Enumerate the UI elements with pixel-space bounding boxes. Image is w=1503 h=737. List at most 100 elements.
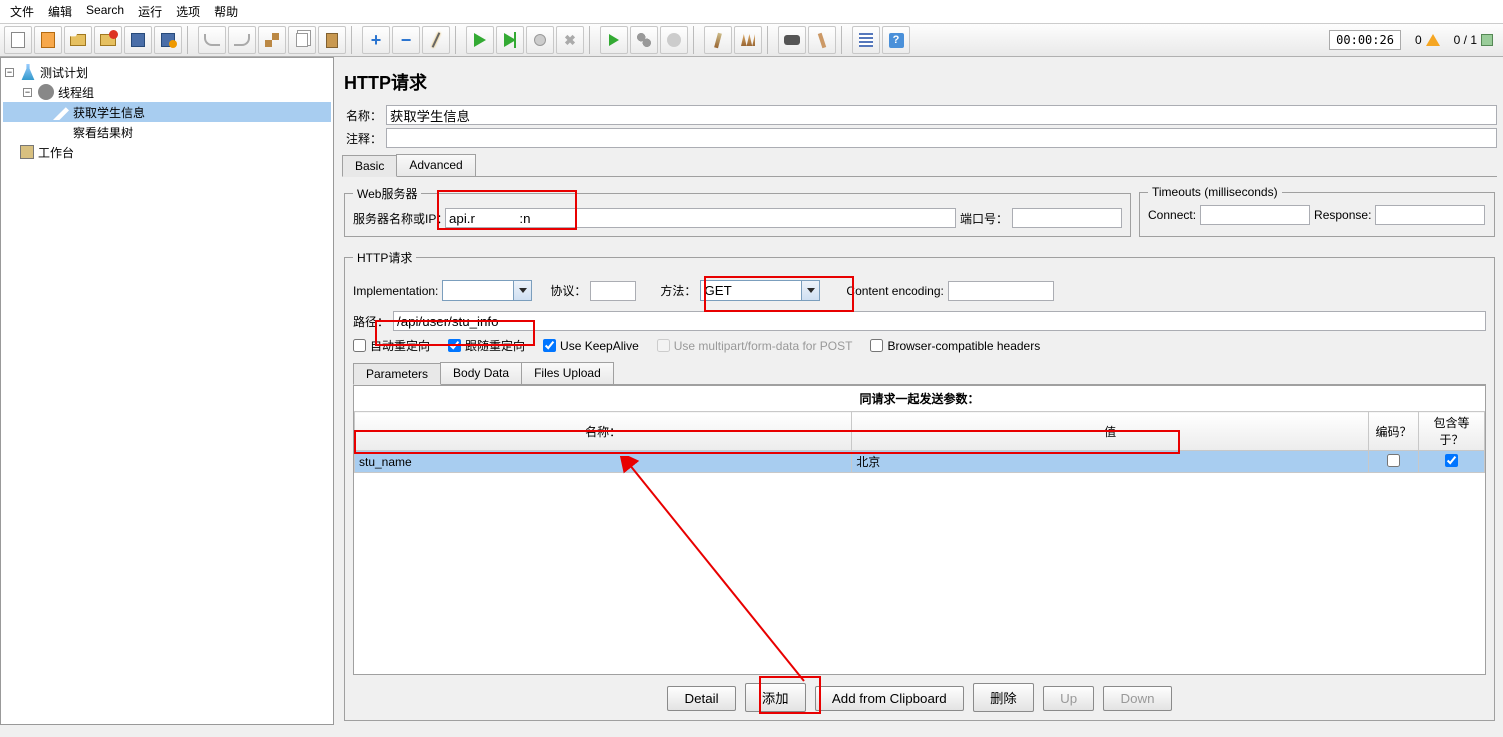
tree-node-thread-group[interactable]: − 线程组 xyxy=(3,82,331,102)
toggle-button[interactable] xyxy=(422,26,450,54)
annotation-arrow xyxy=(614,456,814,686)
keepalive-checkbox[interactable]: Use KeepAlive xyxy=(543,339,639,353)
multipart-checkbox[interactable]: Use multipart/form-data for POST xyxy=(657,339,853,353)
path-input[interactable] xyxy=(393,311,1486,331)
stop-button[interactable] xyxy=(526,26,554,54)
start-button[interactable] xyxy=(466,26,494,54)
cell-encode[interactable] xyxy=(1369,451,1419,473)
undo-button[interactable] xyxy=(198,26,226,54)
new-button[interactable] xyxy=(4,26,32,54)
follow-redirect-checkbox[interactable]: 跟随重定向 xyxy=(448,337,525,354)
tab-body-data[interactable]: Body Data xyxy=(440,362,522,384)
tree-node-workbench[interactable]: 工作台 xyxy=(3,142,331,162)
clipboard-icon xyxy=(20,145,34,159)
chevron-down-icon[interactable] xyxy=(513,281,531,300)
delete-button[interactable]: 删除 xyxy=(973,683,1034,712)
menu-file[interactable]: 文件 xyxy=(10,3,34,20)
clear-button[interactable] xyxy=(704,26,732,54)
tree-node-test-plan[interactable]: − 测试计划 xyxy=(3,62,331,82)
tab-advanced[interactable]: Advanced xyxy=(396,154,475,176)
name-label: 名称： xyxy=(342,107,382,124)
remote-start-button[interactable] xyxy=(600,26,628,54)
protocol-input[interactable] xyxy=(590,281,636,301)
parameters-buttons: Detail 添加 Add from Clipboard 删除 Up Down xyxy=(353,683,1486,712)
tree-toggle-icon[interactable]: − xyxy=(5,68,14,77)
method-select[interactable] xyxy=(700,280,820,301)
search-button[interactable] xyxy=(778,26,806,54)
parameters-header: 同请求一起发送参数： xyxy=(354,386,1485,411)
cut-button[interactable] xyxy=(258,26,286,54)
function-helper-button[interactable] xyxy=(852,26,880,54)
tree-toggle-icon[interactable]: − xyxy=(23,88,32,97)
tree-node-results-tree[interactable]: 察看结果树 xyxy=(3,122,331,142)
expand-button[interactable]: + xyxy=(362,26,390,54)
menu-search[interactable]: Search xyxy=(86,3,124,20)
col-encode[interactable]: 编码？ xyxy=(1369,412,1419,451)
response-input[interactable] xyxy=(1375,205,1485,225)
remote-stop-button[interactable] xyxy=(660,26,688,54)
tab-parameters[interactable]: Parameters xyxy=(353,363,441,385)
auto-redirect-checkbox[interactable]: 自动重定向 xyxy=(353,337,430,354)
cell-param-value[interactable]: 北京 xyxy=(852,451,1369,473)
connect-input[interactable] xyxy=(1200,205,1310,225)
redo-button[interactable] xyxy=(228,26,256,54)
tree-label: 工作台 xyxy=(38,144,74,161)
cell-param-name[interactable]: stu_name xyxy=(355,451,852,473)
pipette-icon xyxy=(53,104,69,120)
remote-start-all-button[interactable] xyxy=(630,26,658,54)
reset-search-button[interactable] xyxy=(808,26,836,54)
menu-help[interactable]: 帮助 xyxy=(214,3,238,20)
tab-basic[interactable]: Basic xyxy=(342,155,397,177)
http-request-legend: HTTP请求 xyxy=(353,249,416,266)
body-tabs: Parameters Body Data Files Upload xyxy=(353,362,1486,385)
port-input[interactable] xyxy=(1012,208,1122,228)
browser-headers-checkbox[interactable]: Browser-compatible headers xyxy=(870,339,1040,353)
parameters-table[interactable]: 名称： 值 编码？ 包含等于？ stu_name 北京 xyxy=(354,411,1485,473)
up-button[interactable]: Up xyxy=(1043,686,1094,711)
content-encoding-input[interactable] xyxy=(948,281,1054,301)
add-from-clipboard-button[interactable]: Add from Clipboard xyxy=(815,686,964,711)
save-as-button[interactable] xyxy=(154,26,182,54)
close-button[interactable] xyxy=(94,26,122,54)
cell-include-equals[interactable] xyxy=(1419,451,1485,473)
clear-all-button[interactable] xyxy=(734,26,762,54)
tree-node-http-sampler[interactable]: 获取学生信息 xyxy=(3,102,331,122)
menu-run[interactable]: 运行 xyxy=(138,3,162,20)
paste-button[interactable] xyxy=(318,26,346,54)
chevron-down-icon[interactable] xyxy=(801,281,819,300)
name-input[interactable] xyxy=(386,105,1497,125)
comment-input[interactable] xyxy=(386,128,1497,148)
add-button[interactable]: 添加 xyxy=(745,683,806,712)
table-row[interactable]: stu_name 北京 xyxy=(355,451,1485,473)
run-indicator-icon xyxy=(1481,34,1493,46)
col-include-equals[interactable]: 包含等于？ xyxy=(1419,412,1485,451)
start-no-timers-button[interactable] xyxy=(496,26,524,54)
implementation-select[interactable] xyxy=(442,280,532,301)
protocol-label: 协议： xyxy=(550,282,586,299)
shutdown-button[interactable]: ✖ xyxy=(556,26,584,54)
collapse-button[interactable]: − xyxy=(392,26,420,54)
detail-button[interactable]: Detail xyxy=(667,686,735,711)
thread-ratio: 0 / 1 xyxy=(1454,33,1477,47)
open-button[interactable] xyxy=(64,26,92,54)
menubar: 文件 编辑 Search 运行 选项 帮助 xyxy=(0,0,1503,24)
test-plan-tree[interactable]: − 测试计划 − 线程组 获取学生信息 察看结果树 工作台 xyxy=(0,57,334,725)
tab-files-upload[interactable]: Files Upload xyxy=(521,362,614,384)
copy-button[interactable] xyxy=(288,26,316,54)
tree-label: 测试计划 xyxy=(40,64,88,81)
sampler-panel: HTTP请求 名称： 注释： Basic Advanced Web服务器 服务器… xyxy=(334,57,1503,725)
templates-button[interactable] xyxy=(34,26,62,54)
server-input[interactable] xyxy=(445,208,956,228)
timeouts-fieldset: Timeouts (milliseconds) Connect: Respons… xyxy=(1139,185,1495,237)
implementation-label: Implementation: xyxy=(353,284,438,298)
col-value[interactable]: 值 xyxy=(852,412,1369,451)
save-button[interactable] xyxy=(124,26,152,54)
panel-title: HTTP请求 xyxy=(344,69,1495,95)
down-button[interactable]: Down xyxy=(1103,686,1171,711)
menu-edit[interactable]: 编辑 xyxy=(48,3,72,20)
col-name[interactable]: 名称： xyxy=(355,412,852,451)
menu-options[interactable]: 选项 xyxy=(176,3,200,20)
help-button[interactable]: ? xyxy=(882,26,910,54)
web-server-fieldset: Web服务器 服务器名称或IP： 端口号： xyxy=(344,185,1131,237)
elapsed-timer: 00:00:26 xyxy=(1329,30,1401,50)
